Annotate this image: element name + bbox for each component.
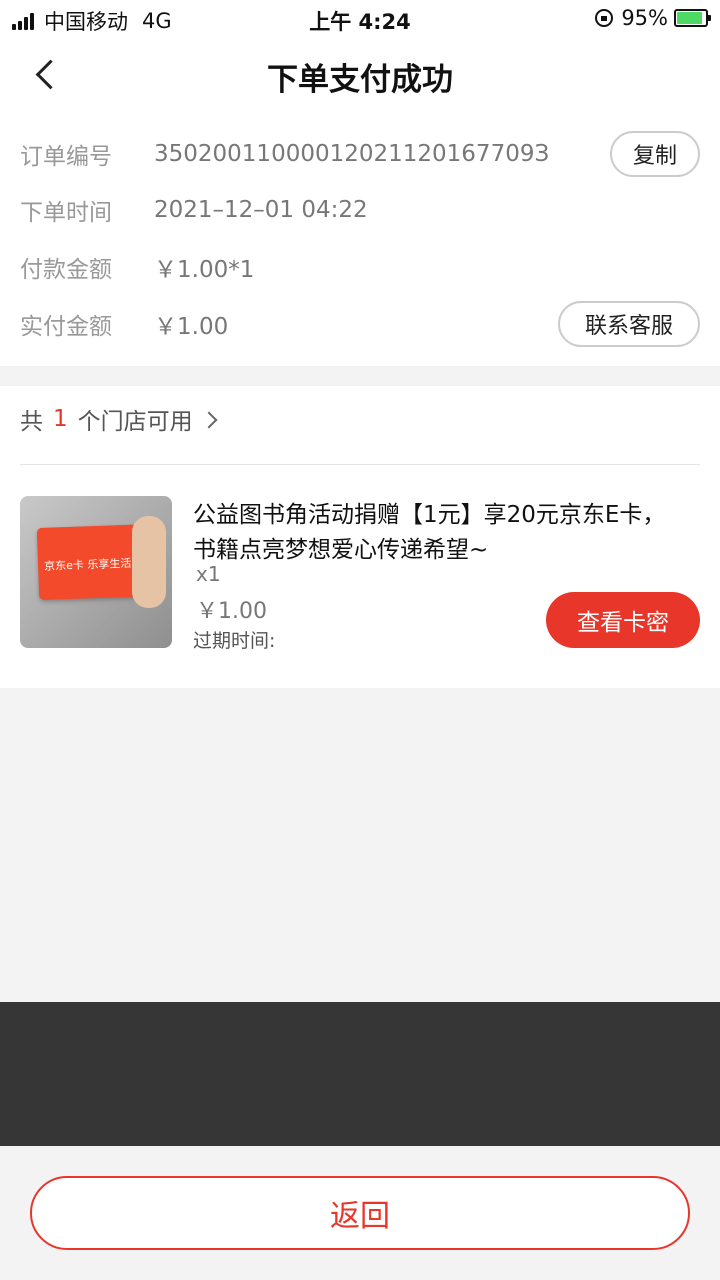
copy-button[interactable]: 复制 (610, 131, 700, 177)
status-right: 95% (595, 6, 711, 30)
product-image: 京东e卡 乐享生活 (20, 496, 172, 648)
chevron-right-icon (200, 411, 218, 429)
gift-card-text: 京东e卡 乐享生活 (43, 556, 132, 573)
return-button[interactable]: 返回 (30, 1176, 690, 1250)
order-info-card: 订单编号 35020011000012021120167709З 复制 下单时间… (0, 112, 720, 366)
product-title: 公益图书角活动捐赠【1元】享20元京东E卡，书籍点亮梦想爱心传递希望~ (193, 502, 666, 563)
stores-suffix: 个门店可用 (77, 409, 193, 435)
expiry-label: 过期时间: (193, 630, 276, 652)
dark-panel (0, 1002, 720, 1146)
battery-tip (708, 15, 711, 21)
order-number-value: 35020011000012021120167709З (154, 141, 550, 167)
stores-count: 1 (53, 406, 68, 432)
order-number-label: 订单编号 (20, 144, 112, 170)
divider (20, 464, 700, 465)
paid-amount-value: ￥1.00 (154, 314, 229, 340)
orientation-lock-icon (595, 9, 614, 27)
order-time-row: 下单时间 2021–12–01 04:22 (20, 190, 368, 230)
battery-icon (674, 9, 711, 27)
product-price: ￥1.00 (196, 599, 267, 624)
payment-amount-row: 付款金额 ￥1.00*1 (20, 247, 254, 287)
status-bar: 中国移动 4G 上午 4:24 95% (0, 0, 720, 36)
view-card-code-button[interactable]: 查看卡密 (546, 592, 700, 648)
order-time-label: 下单时间 (20, 200, 112, 226)
stores-prefix: 共 (20, 409, 43, 435)
order-time-value: 2021–12–01 04:22 (154, 197, 368, 223)
contact-service-button[interactable]: 联系客服 (558, 301, 700, 347)
product-quantity: x1 (196, 562, 221, 586)
paid-amount-label: 实付金额 (20, 314, 112, 340)
paid-amount-row: 实付金额 ￥1.00 (20, 304, 228, 344)
payment-amount-value: ￥1.00*1 (154, 257, 255, 283)
hand-image (132, 516, 166, 608)
page-title: 下单支付成功 (267, 62, 453, 98)
payment-amount-label: 付款金额 (20, 257, 112, 283)
nav-bar: 下单支付成功 (0, 36, 720, 112)
available-stores-link[interactable]: 共 1 个门店可用 (20, 402, 218, 436)
battery-fill (677, 12, 702, 24)
battery-percent: 95% (621, 6, 668, 30)
store-product-card: 共 1 个门店可用 京东e卡 乐享生活 公益图书角活动捐赠【1元】享20元京东E… (0, 386, 720, 688)
bottom-bar: 返回 (0, 1146, 720, 1280)
order-number-row: 订单编号 35020011000012021120167709З (20, 134, 549, 174)
